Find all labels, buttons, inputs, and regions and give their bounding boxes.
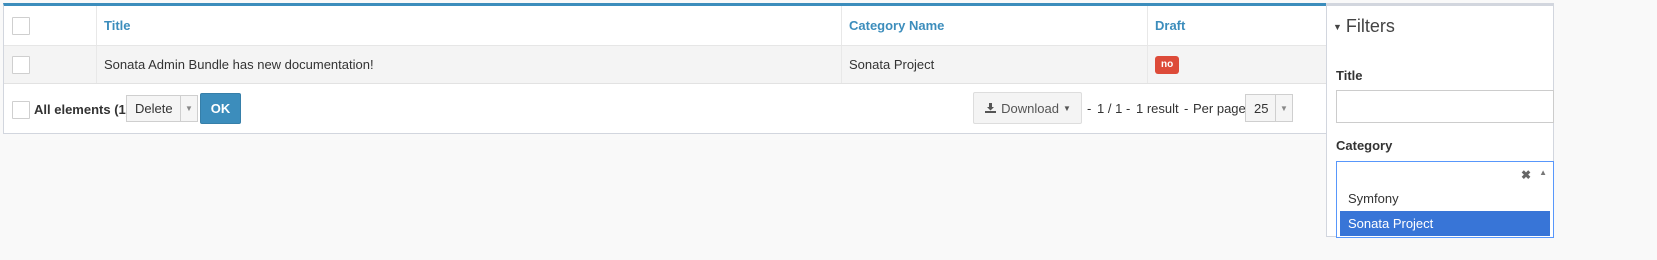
category-option[interactable]: Symfony (1337, 186, 1553, 211)
batch-action-value: Delete (135, 101, 173, 116)
per-page-select[interactable]: 25 ▼ (1245, 94, 1293, 122)
download-button[interactable]: Download ▼ (973, 92, 1082, 124)
pager-dash: - (1087, 101, 1092, 116)
title-filter-label: Title (1336, 68, 1363, 83)
chevron-down-icon: ▼ (1275, 95, 1292, 121)
category-filter-select[interactable]: ✖ ▲ (1336, 161, 1554, 187)
list-footer: All elements (1) Delete ▼ OK Download ▼ … (4, 86, 1371, 132)
category-option-highlighted[interactable]: Sonata Project (1340, 211, 1550, 236)
clear-icon[interactable]: ✖ (1521, 168, 1531, 182)
filters-panel: ▼ Filters Title Category ✖ ▲ Symfony Son… (1326, 3, 1554, 238)
draft-status-badge: no (1155, 55, 1180, 74)
title-filter-input[interactable] (1336, 90, 1554, 123)
per-page-value: 25 (1254, 100, 1269, 116)
pager-pages: 1 / 1 (1097, 101, 1123, 116)
header-draft-cell[interactable]: Draft (1147, 6, 1304, 45)
caret-down-icon: ▼ (1333, 21, 1342, 32)
row-title-cell[interactable]: Sonata Admin Bundle has new documentatio… (96, 46, 890, 83)
row-check-cell (4, 46, 96, 83)
category-filter-label: Category (1336, 138, 1393, 153)
sort-title-link[interactable]: Title (104, 18, 131, 33)
pager-dash: - (1184, 101, 1189, 116)
row-category: Sonata Project (849, 57, 935, 72)
chevron-up-icon[interactable]: ▲ (1539, 168, 1547, 177)
all-elements-checkbox[interactable] (12, 101, 30, 119)
all-elements-label: All elements (1) (34, 102, 131, 117)
batch-ok-button[interactable]: OK (200, 93, 241, 124)
chevron-down-icon: ▼ (180, 96, 197, 121)
row-title[interactable]: Sonata Admin Bundle has new documentatio… (104, 57, 374, 72)
download-icon (985, 103, 997, 113)
row-checkbox[interactable] (12, 55, 30, 74)
filters-toggle[interactable]: ▼ Filters (1333, 16, 1395, 37)
list-box: Title Category Name Draft Sonata Admin B… (3, 3, 1372, 134)
pager-dash: - (1126, 101, 1131, 116)
select-all-rows-checkbox[interactable] (12, 16, 30, 35)
batch-action-select[interactable]: Delete ▼ (126, 95, 198, 122)
sort-category-link[interactable]: Category Name (849, 18, 944, 33)
header-check-cell (4, 6, 96, 45)
download-label: Download (1001, 100, 1059, 116)
per-page-label: Per page (1193, 101, 1246, 116)
header-title-cell[interactable]: Title (96, 6, 890, 45)
sort-draft-link[interactable]: Draft (1155, 18, 1185, 33)
caret-down-icon: ▼ (1062, 103, 1071, 113)
header-category-cell[interactable]: Category Name (841, 6, 1165, 45)
filters-title: Filters (1345, 16, 1395, 36)
row-category-cell: Sonata Project (841, 46, 1165, 83)
table-row[interactable]: Sonata Admin Bundle has new documentatio… (4, 46, 1371, 84)
category-dropdown: Symfony Sonata Project (1336, 186, 1554, 238)
pager-results: 1 result (1136, 101, 1179, 116)
row-draft-cell: no (1147, 46, 1304, 83)
table-header: Title Category Name Draft (4, 6, 1371, 46)
